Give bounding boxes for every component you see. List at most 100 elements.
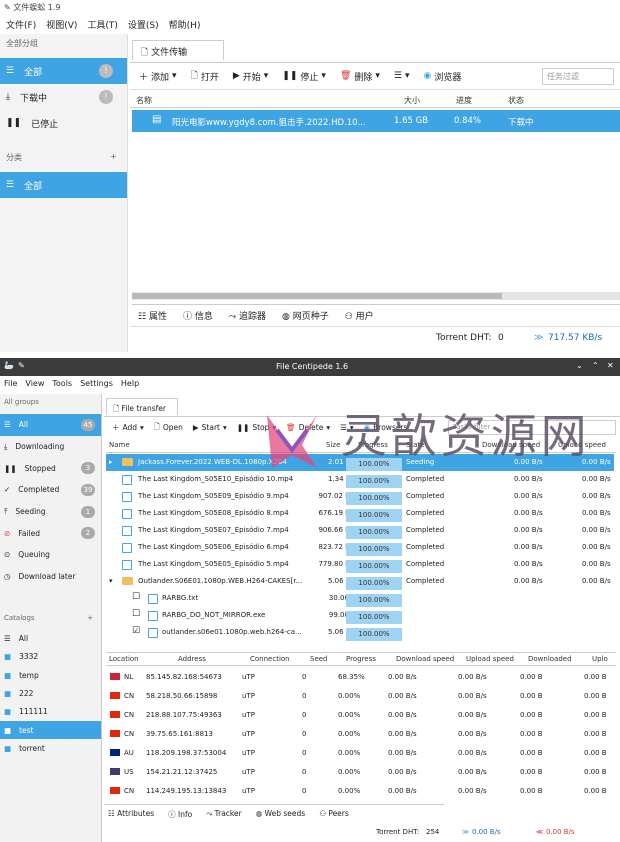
sidebar-item-all[interactable]: ☰ All 45 (0, 414, 101, 436)
column-peer-upload-speed[interactable]: Upload speed (466, 655, 514, 663)
sidebar-item-seeding[interactable]: ⤒ Seeding 1 (0, 501, 101, 523)
tab-tracker[interactable]: ⤳ Tracker (206, 809, 241, 818)
column-name[interactable]: 名称 (136, 95, 152, 106)
column-connection[interactable]: Connection (250, 655, 290, 663)
peer-row[interactable]: CN 39.75.65.161:8813 uTP 0 0.00% 0.00 B/s 0.00… (106, 725, 616, 744)
peer-row[interactable]: NL 85.145.82.168:54673 uTP 0 68.35% 0.00 B/s 0… (106, 668, 616, 687)
start-button[interactable]: ▶ 开始 ▾ (228, 68, 273, 85)
table-row[interactable]: The Last Kingdom_S05E07_Episódio 7.mp4 90… (106, 522, 614, 539)
sidebar-item-stopped[interactable]: ❚❚ Stopped 3 (0, 457, 101, 479)
tab-peers[interactable]: ⚇ 用户 (345, 309, 374, 322)
add-button[interactable]: ＋添加 ▾ (134, 68, 182, 85)
close-icon[interactable]: ✕ (607, 361, 614, 370)
menu-view[interactable]: View (25, 379, 44, 391)
expand-icon[interactable]: ▸ (109, 458, 113, 466)
delete-button[interactable]: 🗑 删除 ▾ (335, 68, 385, 85)
tab-web-seeds[interactable]: ◍ Web seeds (256, 809, 305, 818)
table-row[interactable]: ▤ 阳光电影www.ygdy8.com.狙击手.2022.HD.10... 1.… (132, 110, 620, 132)
catalog-item-3332[interactable]: ■ 3332 (0, 648, 101, 666)
file-checkbox[interactable]: ☑ (132, 626, 140, 636)
horizontal-scrollbar[interactable] (132, 292, 620, 300)
more-menu-button[interactable]: ☰ ▾ (389, 69, 415, 83)
tab-peers[interactable]: ⚇ Peers (319, 809, 349, 818)
tab-file-transfer[interactable]: 🗋 文件传输 (132, 40, 224, 60)
table-row[interactable]: The Last Kingdom_S05E06_Episódio 6.mp4 82… (106, 539, 614, 556)
peer-row[interactable]: AU 118.209.198.37:53004 uTP 0 0.00% 0.00 B/s 0… (106, 744, 616, 763)
tab-web-seeds[interactable]: ◍ 网页种子 (282, 309, 329, 322)
sidebar-item-downloading[interactable]: ⤓ 下载中 ! (0, 84, 127, 110)
table-row[interactable]: The Last Kingdom_S05E10_Episódio 10.mp4 1… (106, 471, 614, 488)
video-file-icon: ▤ (152, 114, 162, 125)
table-row[interactable]: ▾ Outlander.S06E01.1080p.WEB.H264-CAKES[r… (106, 573, 614, 590)
menu-help[interactable]: Help (121, 379, 139, 391)
catalog-item-all[interactable]: ☰ 全部 (0, 172, 127, 198)
add-catalog-button[interactable]: + (87, 614, 93, 622)
table-row[interactable]: ☐ RARBG.txt 30.00 B 100.00% (106, 590, 614, 607)
catalog-item-torrent[interactable]: ■ torrent (0, 739, 101, 757)
column-location[interactable]: Location (109, 655, 139, 663)
column-peer-download-speed[interactable]: Download speed (396, 655, 454, 663)
table-row[interactable]: The Last Kingdom_S05E08_Episódio 8.mp4 67… (106, 505, 614, 522)
start-button[interactable]: ▶ Start ▾ (189, 421, 231, 434)
peer-row[interactable]: CN 114.249.195.13:13843 uTP 0 0.00% 0.00 B/s 0… (106, 782, 616, 801)
menu-settings[interactable]: Settings (80, 379, 113, 391)
open-button[interactable]: 🗋 Open (150, 419, 187, 436)
add-catalog-button[interactable]: + (110, 152, 117, 161)
column-downloaded[interactable]: Downloaded (528, 655, 572, 663)
column-name[interactable]: Name (109, 441, 130, 449)
tab-attributes[interactable]: ☷ 属性 (138, 309, 167, 322)
catalog-item-all[interactable]: ☰ All (0, 630, 101, 648)
add-button[interactable]: ＋ Add ▾ (108, 420, 148, 435)
column-progress[interactable]: 进度 (456, 95, 472, 106)
collapse-icon[interactable]: ▾ (109, 577, 113, 585)
file-checkbox[interactable]: ☐ (132, 609, 140, 619)
table-row[interactable]: ☑ outlander.s06e01.1080p.web.h264-ca... 5.… (106, 624, 614, 641)
catalog-item-222[interactable]: ■ 222 (0, 684, 101, 702)
menu-tools[interactable]: 工具(T) (87, 18, 118, 32)
catalog-item-temp[interactable]: ■ temp (0, 666, 101, 684)
open-button[interactable]: 🗋 打开 (186, 66, 224, 86)
menu-file[interactable]: 文件(F) (6, 18, 36, 32)
pin-icon[interactable]: ✎ (18, 361, 25, 370)
tab-file-transfer[interactable]: 🗋 File transfer (106, 398, 178, 415)
task-download-speed: 0.00 B/s (514, 475, 543, 483)
table-row[interactable]: ☐ RARBG_DO_NOT_MIRROR.exe 99.00 B 100.00% (106, 607, 614, 624)
menu-file[interactable]: File (4, 379, 17, 391)
catalog-item-test[interactable]: ■ test (0, 720, 101, 740)
menu-tools[interactable]: Tools (52, 379, 72, 391)
column-uploaded[interactable]: Uplo (592, 655, 608, 663)
peer-row[interactable]: CN 58.218.50.66:15898 uTP 0 0.00% 0.00 B/s 0.0… (106, 687, 616, 706)
peer-row[interactable]: US 154.21.21.12:37425 uTP 0 0.00% 0.00 B/s 0.0… (106, 763, 616, 782)
table-row[interactable]: The Last Kingdom_S05E09_Episódio 9.mp4 90… (106, 488, 614, 505)
sidebar-item-downloading[interactable]: ⤓ Downloading (0, 436, 101, 458)
column-seed[interactable]: Seed (310, 655, 328, 663)
sidebar-item-download-later[interactable]: ◷ Download later (0, 566, 101, 588)
catalog-item-111111[interactable]: ■ 111111 (0, 703, 101, 721)
sidebar-item-failed[interactable]: ⊘ Failed 2 (0, 522, 101, 544)
task-name: Outlander.S06E01.1080p.WEB.H264-CAKES[r.… (138, 577, 303, 585)
task-filter-input[interactable]: 任务过滤 (542, 68, 614, 85)
file-checkbox[interactable]: ☐ (132, 592, 140, 602)
scrollbar-thumb[interactable] (132, 293, 502, 299)
menu-help[interactable]: 帮助(H) (169, 18, 201, 32)
sidebar-item-all[interactable]: ☰ 全部 ! (0, 58, 127, 84)
stop-button[interactable]: ❚❚ 停止 ▾ (277, 68, 331, 85)
tab-info[interactable]: ⓘ Info (168, 809, 192, 819)
tab-attributes[interactable]: ☷ Attributes (108, 809, 154, 818)
column-state[interactable]: 状态 (508, 95, 524, 106)
menu-view[interactable]: 视图(V) (46, 18, 77, 32)
table-row[interactable]: The Last Kingdom_S05E05_Episódio 5.mp4 77… (106, 556, 614, 573)
peer-row[interactable]: CN 218.88.107.75:49363 uTP 0 0.00% 0.00 B/s 0.… (106, 706, 616, 725)
column-size[interactable]: 大小 (404, 95, 420, 106)
sidebar-item-stopped[interactable]: ❚❚ 已停止 (0, 110, 127, 136)
browser-button[interactable]: ◉ 浏览器 (419, 68, 467, 85)
sidebar-item-completed[interactable]: ✓ Completed 39 (0, 479, 101, 501)
menu-settings[interactable]: 设置(S) (128, 18, 159, 32)
tab-info[interactable]: ⓘ 信息 (183, 309, 213, 322)
column-address[interactable]: Address (178, 655, 206, 663)
sidebar-item-queuing[interactable]: ⊙ Queuing (0, 544, 101, 566)
chevron-down-icon[interactable]: ⌄ (576, 361, 583, 370)
chevron-up-icon[interactable]: ⌃ (592, 361, 599, 370)
tab-tracker[interactable]: ⤳ 追踪器 (229, 309, 266, 322)
column-peer-progress[interactable]: Progress (346, 655, 376, 663)
